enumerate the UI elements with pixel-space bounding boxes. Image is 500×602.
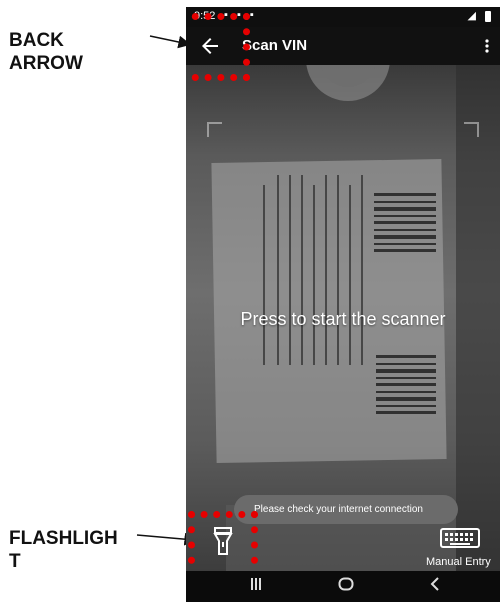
back-arrow-callout-line2: ARROW bbox=[9, 53, 83, 74]
page-title: Scan VIN bbox=[242, 37, 308, 54]
flashlight-callout-line1: FLASHLIGH bbox=[9, 528, 118, 549]
flashlight-highlight bbox=[188, 511, 258, 571]
connection-toast: Please check your internet connection bbox=[234, 495, 458, 524]
signal-icon: ◢ bbox=[467, 10, 476, 22]
back-arrow-callout-line1: BACK bbox=[9, 30, 64, 51]
overflow-menu-icon[interactable] bbox=[484, 36, 490, 56]
back-arrow-highlight bbox=[186, 13, 250, 81]
phone-screen: 9:52 ▪ ▪ ▪ ◢ Scan VIN Press to start the… bbox=[186, 7, 500, 602]
back-chevron-icon[interactable] bbox=[430, 577, 440, 596]
system-nav-bar bbox=[186, 571, 500, 602]
home-icon[interactable] bbox=[338, 577, 354, 596]
flashlight-callout-line2: T bbox=[9, 551, 21, 572]
back-arrow-pointer bbox=[149, 35, 192, 49]
camera-preview[interactable]: Press to start the scanner Please check … bbox=[186, 65, 500, 571]
recents-icon[interactable] bbox=[250, 577, 262, 596]
flashlight-callout: FLASHLIGH T bbox=[9, 527, 118, 573]
back-arrow-callout: BACK ARROW bbox=[9, 29, 83, 75]
manual-entry-button[interactable]: Manual Entry bbox=[426, 556, 491, 568]
scanner-prompt[interactable]: Press to start the scanner bbox=[186, 309, 500, 330]
battery-icon bbox=[485, 11, 491, 22]
keyboard-icon[interactable] bbox=[440, 528, 480, 548]
